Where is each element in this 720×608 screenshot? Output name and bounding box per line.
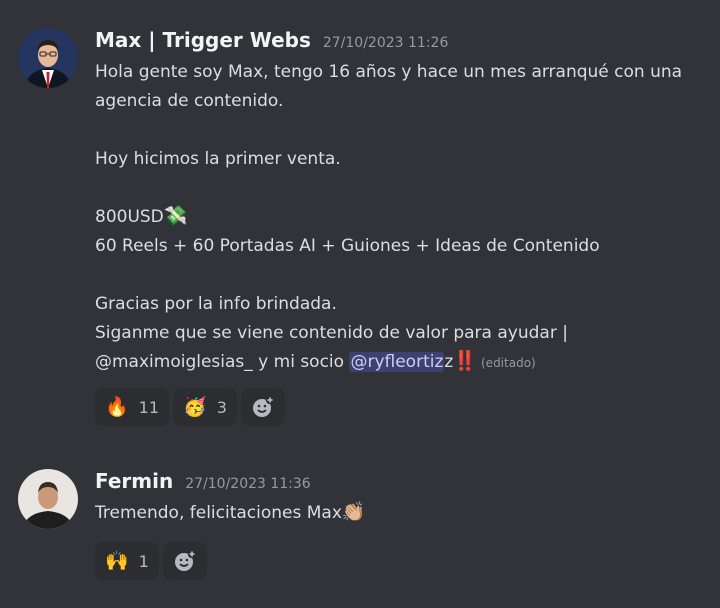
clapping-hands-emoji: 👏🏼 (341, 501, 366, 523)
add-reaction-icon (173, 549, 197, 573)
message-line: Hoy hicimos la primer venta. (95, 149, 341, 169)
money-wings-emoji: 💸 (163, 205, 188, 227)
username[interactable]: Fermin (95, 469, 173, 493)
reaction-count: 1 (138, 551, 149, 571)
double-exclamation-emoji: ‼️ (453, 350, 477, 372)
username[interactable]: Max | Trigger Webs (95, 28, 311, 52)
reaction-count: 3 (216, 397, 227, 417)
edited-label: (editado) (481, 356, 536, 370)
avatar[interactable] (18, 28, 78, 88)
line-prefix: @maximoiglesias_ y mi socio (95, 352, 350, 372)
avatar[interactable] (18, 469, 78, 529)
message-text: Tremendo, felicitaciones Max (95, 503, 342, 523)
reactions-bar: 🙌 1 (95, 542, 695, 580)
reactions-bar: 🔥 11 🥳 3 (95, 388, 695, 426)
message-body: Hola gente soy Max, tengo 16 años y hace… (95, 58, 695, 378)
raised-hands-emoji: 🙌 (105, 549, 129, 572)
fire-emoji: 🔥 (105, 395, 129, 418)
add-reaction-icon (251, 395, 275, 419)
message-line: 60 Reels + 60 Portadas AI + Guiones + Id… (95, 236, 600, 256)
message-line: Gracias por la info brindada. (95, 294, 337, 314)
line-suffix: z (444, 352, 454, 372)
price-text: 800USD (95, 207, 164, 227)
reaction-fire[interactable]: 🔥 11 (95, 388, 170, 426)
message-body: Tremendo, felicitaciones Max👏🏼 (95, 499, 695, 528)
timestamp: 27/10/2023 11:36 (185, 476, 311, 492)
add-reaction-button[interactable] (162, 542, 207, 580)
add-reaction-button[interactable] (240, 388, 285, 426)
party-face-emoji: 🥳 (183, 395, 207, 418)
message-line: Siganme que se viene contenido de valor … (95, 323, 568, 343)
user-mention[interactable]: @ryfleortiz (349, 352, 445, 372)
message-line: 800USD💸 (95, 203, 695, 232)
message-line: agencia de contenido. (95, 91, 284, 111)
reaction-count: 11 (138, 397, 160, 417)
reaction-party[interactable]: 🥳 3 (173, 388, 237, 426)
message-line: Hola gente soy Max, tengo 16 años y hace… (95, 62, 683, 82)
reaction-raised-hands[interactable]: 🙌 1 (95, 542, 159, 580)
message-line: @maximoiglesias_ y mi socio @ryfleortizz… (95, 348, 695, 378)
timestamp: 27/10/2023 11:26 (322, 35, 449, 51)
